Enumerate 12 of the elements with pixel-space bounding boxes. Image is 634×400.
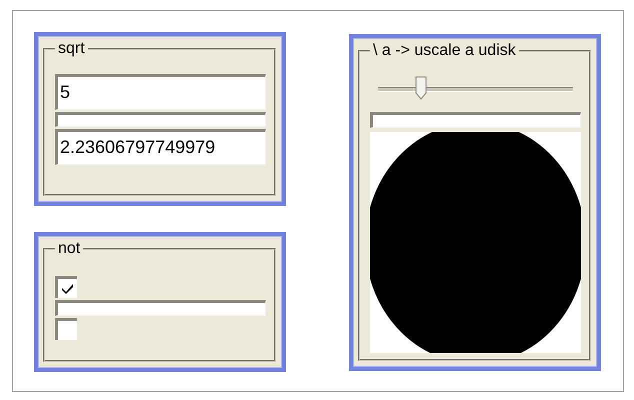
group-title: \ a -> uscale a udisk bbox=[372, 42, 517, 60]
checkbox[interactable] bbox=[55, 276, 77, 298]
slider-thumb[interactable] bbox=[414, 76, 427, 100]
group-title: sqrt bbox=[57, 40, 86, 58]
input-field[interactable] bbox=[370, 112, 581, 128]
input-field[interactable]: 5 bbox=[55, 74, 266, 110]
checkmark-icon bbox=[61, 283, 74, 294]
input-field[interactable] bbox=[55, 300, 266, 316]
input-field[interactable] bbox=[55, 112, 266, 127]
checkbox[interactable] bbox=[55, 318, 77, 340]
output-field[interactable]: 2.23606797749979 bbox=[55, 129, 266, 165]
group-title: not bbox=[57, 240, 82, 258]
